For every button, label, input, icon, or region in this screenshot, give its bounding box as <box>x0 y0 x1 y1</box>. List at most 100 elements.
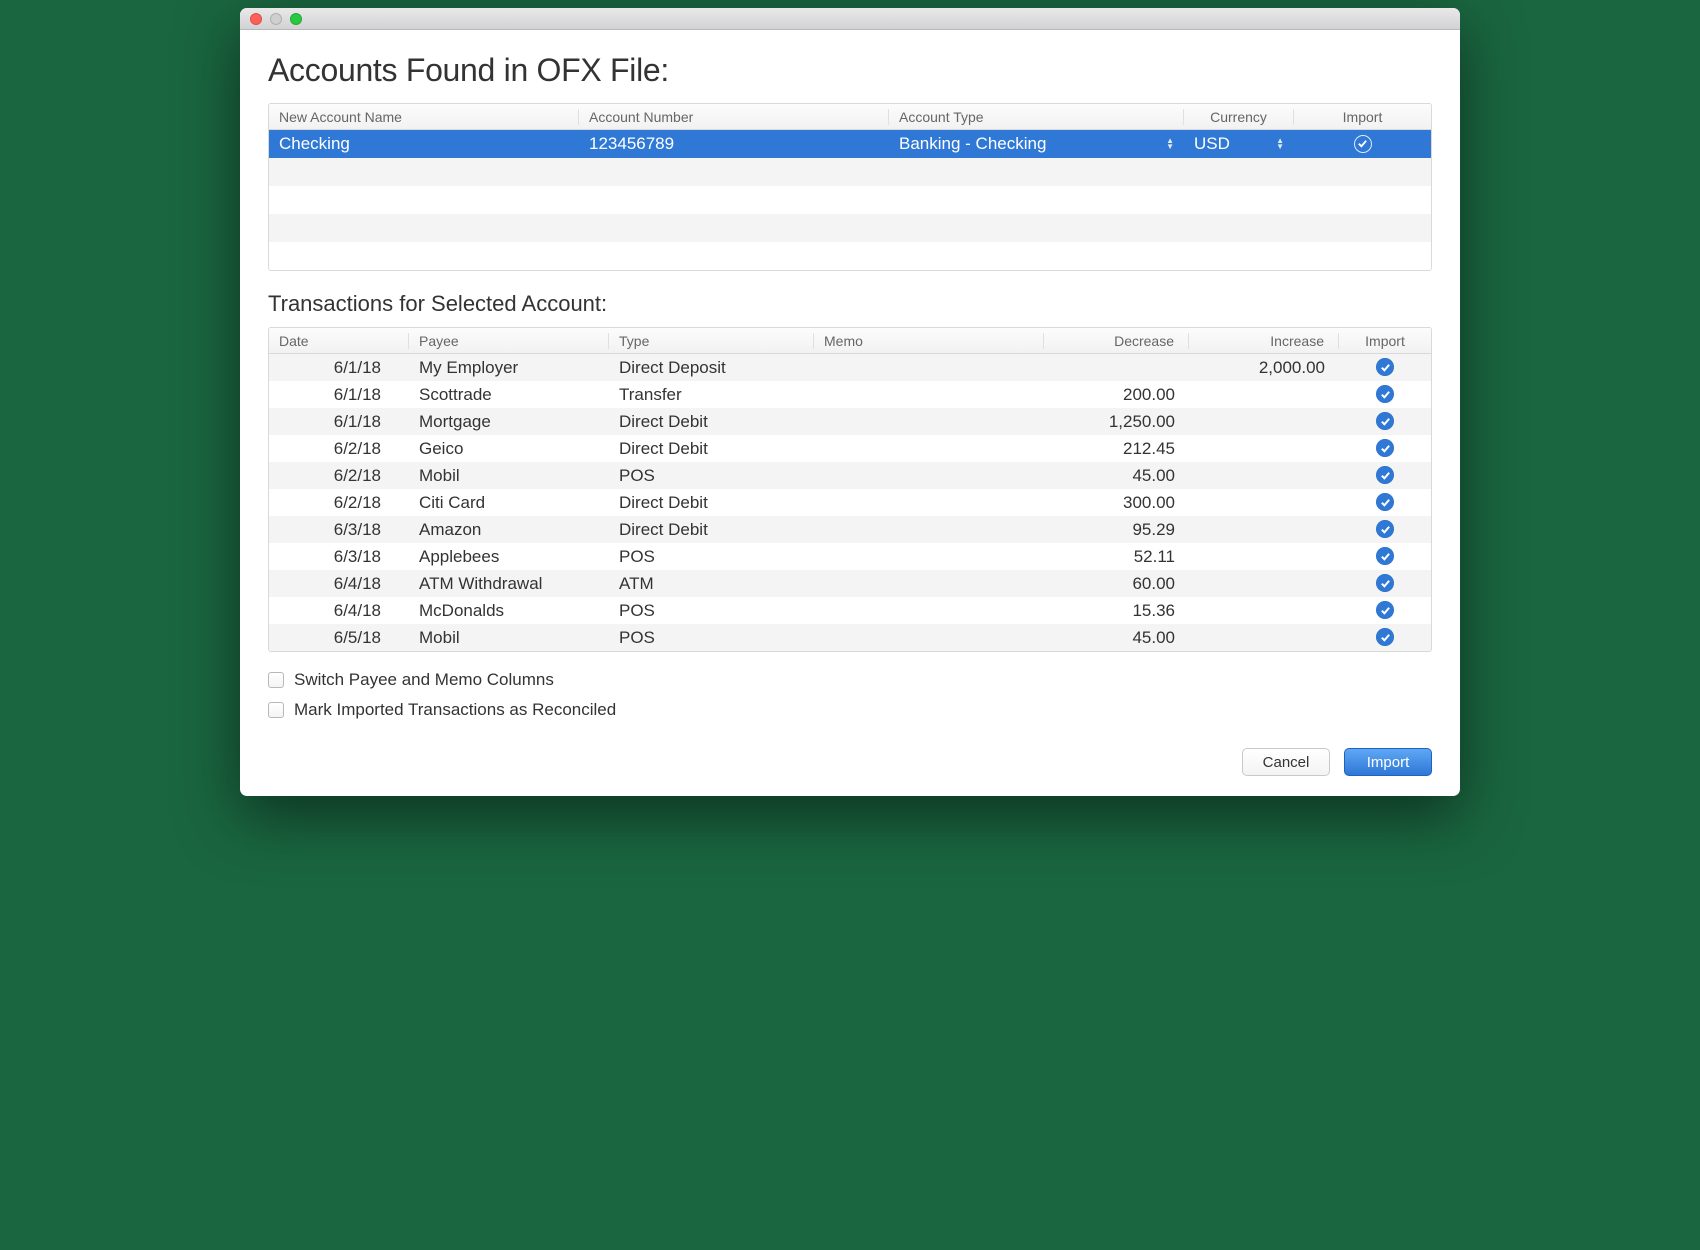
check-circle-icon <box>1376 466 1394 484</box>
accounts-col-type[interactable]: Account Type <box>889 109 1184 125</box>
check-circle-icon <box>1354 135 1372 153</box>
tx-date-cell: 6/2/18 <box>269 439 409 459</box>
accounts-heading: Accounts Found in OFX File: <box>268 52 1432 89</box>
check-circle-icon <box>1376 385 1394 403</box>
accounts-col-currency[interactable]: Currency <box>1184 109 1294 125</box>
tx-date-cell: 6/1/18 <box>269 358 409 378</box>
account-type-select[interactable]: Banking - Checking▲▼ <box>889 134 1184 154</box>
window-close-button[interactable] <box>250 13 262 25</box>
transaction-row[interactable]: 6/3/18ApplebeesPOS52.11 <box>269 543 1431 570</box>
tx-increase-cell: 2,000.00 <box>1189 358 1339 378</box>
tx-import-toggle[interactable] <box>1339 358 1431 378</box>
tx-col-decrease[interactable]: Decrease <box>1044 333 1189 349</box>
tx-import-toggle[interactable] <box>1339 466 1431 486</box>
transaction-row[interactable]: 6/1/18ScottradeTransfer200.00 <box>269 381 1431 408</box>
tx-type-cell: Direct Debit <box>609 493 814 513</box>
tx-col-date[interactable]: Date <box>269 333 409 349</box>
tx-date-cell: 6/2/18 <box>269 466 409 486</box>
tx-date-cell: 6/3/18 <box>269 520 409 540</box>
checkbox-icon <box>268 702 284 718</box>
accounts-col-import[interactable]: Import <box>1294 109 1431 125</box>
window-content: Accounts Found in OFX File: New Account … <box>240 30 1460 796</box>
tx-payee-cell: Scottrade <box>409 385 609 405</box>
transaction-row[interactable]: 6/1/18MortgageDirect Debit1,250.00 <box>269 408 1431 435</box>
cancel-button[interactable]: Cancel <box>1242 748 1330 776</box>
stepper-icon[interactable]: ▲▼ <box>1276 138 1284 150</box>
tx-date-cell: 6/1/18 <box>269 385 409 405</box>
accounts-row[interactable]: Checking123456789Banking - Checking▲▼USD… <box>269 130 1431 158</box>
accounts-table: New Account Name Account Number Account … <box>268 103 1432 271</box>
accounts-body: Checking123456789Banking - Checking▲▼USD… <box>269 130 1431 270</box>
tx-payee-cell: Geico <box>409 439 609 459</box>
tx-type-cell: POS <box>609 628 814 648</box>
account-currency-select[interactable]: USD▲▼ <box>1184 134 1294 154</box>
check-circle-icon <box>1376 547 1394 565</box>
transaction-row[interactable]: 6/5/18MobilPOS 45.00 <box>269 624 1431 651</box>
window-minimize-button[interactable] <box>270 13 282 25</box>
account-import-toggle[interactable] <box>1294 134 1431 154</box>
tx-import-toggle[interactable] <box>1339 385 1431 405</box>
tx-payee-cell: Mobil <box>409 628 609 648</box>
switch-payee-memo-checkbox[interactable]: Switch Payee and Memo Columns <box>268 670 1432 690</box>
tx-import-toggle[interactable] <box>1339 520 1431 540</box>
tx-date-cell: 6/2/18 <box>269 493 409 513</box>
tx-import-toggle[interactable] <box>1339 412 1431 432</box>
check-circle-icon <box>1376 601 1394 619</box>
tx-decrease-cell: 45.00 <box>1044 628 1189 648</box>
tx-payee-cell: My Employer <box>409 358 609 378</box>
tx-date-cell: 6/3/18 <box>269 547 409 567</box>
import-button[interactable]: Import <box>1344 748 1432 776</box>
tx-decrease-cell: 45.00 <box>1044 466 1189 486</box>
transaction-row[interactable]: 6/3/18AmazonDirect Debit95.29 <box>269 516 1431 543</box>
transaction-row[interactable]: 6/4/18ATM WithdrawalATM60.00 <box>269 570 1431 597</box>
transactions-table: Date Payee Type Memo Decrease Increase I… <box>268 327 1432 652</box>
tx-decrease-cell: 1,250.00 <box>1044 412 1189 432</box>
tx-import-toggle[interactable] <box>1339 493 1431 513</box>
tx-date-cell: 6/1/18 <box>269 412 409 432</box>
tx-type-cell: ATM <box>609 574 814 594</box>
mark-reconciled-label: Mark Imported Transactions as Reconciled <box>294 700 616 720</box>
tx-payee-cell: ATM Withdrawal <box>409 574 609 594</box>
tx-type-cell: Direct Debit <box>609 412 814 432</box>
tx-type-cell: Direct Debit <box>609 520 814 540</box>
transactions-header-row: Date Payee Type Memo Decrease Increase I… <box>269 328 1431 354</box>
options-group: Switch Payee and Memo Columns Mark Impor… <box>268 670 1432 720</box>
stepper-icon[interactable]: ▲▼ <box>1166 138 1174 150</box>
tx-import-toggle[interactable] <box>1339 601 1431 621</box>
tx-import-toggle[interactable] <box>1339 574 1431 594</box>
tx-col-increase[interactable]: Increase <box>1189 333 1339 349</box>
checkbox-icon <box>268 672 284 688</box>
tx-decrease-cell: 60.00 <box>1044 574 1189 594</box>
tx-col-import[interactable]: Import <box>1339 333 1431 349</box>
tx-payee-cell: Applebees <box>409 547 609 567</box>
switch-payee-memo-label: Switch Payee and Memo Columns <box>294 670 554 690</box>
tx-import-toggle[interactable] <box>1339 628 1431 648</box>
transaction-row[interactable]: 6/2/18MobilPOS45.00 <box>269 462 1431 489</box>
check-circle-icon <box>1376 412 1394 430</box>
dialog-footer: Cancel Import <box>268 748 1432 776</box>
account-name-cell: Checking <box>269 134 579 154</box>
transactions-body: 6/1/18My EmployerDirect Deposit2,000.006… <box>269 354 1431 651</box>
check-circle-icon <box>1376 358 1394 376</box>
transaction-row[interactable]: 6/4/18McDonaldsPOS15.36 <box>269 597 1431 624</box>
titlebar[interactable] <box>240 8 1460 30</box>
accounts-col-number[interactable]: Account Number <box>579 109 889 125</box>
mark-reconciled-checkbox[interactable]: Mark Imported Transactions as Reconciled <box>268 700 1432 720</box>
window-maximize-button[interactable] <box>290 13 302 25</box>
tx-import-toggle[interactable] <box>1339 439 1431 459</box>
transaction-row[interactable]: 6/1/18My EmployerDirect Deposit2,000.00 <box>269 354 1431 381</box>
check-circle-icon <box>1376 493 1394 511</box>
tx-col-type[interactable]: Type <box>609 333 814 349</box>
tx-col-memo[interactable]: Memo <box>814 333 1044 349</box>
tx-payee-cell: Mobil <box>409 466 609 486</box>
accounts-row-empty <box>269 214 1431 242</box>
tx-import-toggle[interactable] <box>1339 547 1431 567</box>
tx-col-payee[interactable]: Payee <box>409 333 609 349</box>
transaction-row[interactable]: 6/2/18Citi CardDirect Debit300.00 <box>269 489 1431 516</box>
account-number-cell: 123456789 <box>579 134 889 154</box>
accounts-row-empty <box>269 242 1431 270</box>
tx-payee-cell: McDonalds <box>409 601 609 621</box>
transaction-row[interactable]: 6/2/18GeicoDirect Debit212.45 <box>269 435 1431 462</box>
accounts-col-name[interactable]: New Account Name <box>269 109 579 125</box>
tx-date-cell: 6/5/18 <box>269 628 409 648</box>
